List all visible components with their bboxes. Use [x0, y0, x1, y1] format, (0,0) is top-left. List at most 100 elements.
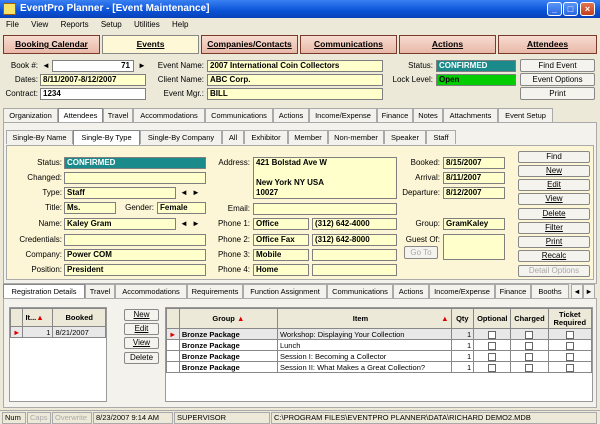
subtab-staff[interactable]: Staff	[426, 130, 456, 144]
items-header-qty[interactable]: Qty	[450, 308, 475, 329]
book-number-field[interactable]: 71	[52, 60, 134, 72]
event-name-field[interactable]: 2007 International Coin Collectors	[207, 60, 383, 72]
guest-of-field[interactable]	[443, 234, 505, 260]
table-row[interactable]: ► Bronze Package Workshop: Displaying Yo…	[166, 328, 593, 340]
menu-reports[interactable]: Reports	[61, 20, 89, 29]
menu-view[interactable]: View	[31, 20, 48, 29]
tab-income-expense[interactable]: Income/Expense	[309, 108, 377, 122]
subtab-member[interactable]: Member	[288, 130, 328, 144]
recalc-button[interactable]: Recalc	[518, 250, 590, 262]
tab-booths[interactable]: Booths	[531, 284, 569, 298]
charged-checkbox[interactable]	[510, 361, 549, 373]
tab-detail-finance[interactable]: Finance	[495, 284, 531, 298]
departure-field[interactable]: 8/12/2007	[443, 187, 505, 199]
reg-delete-button[interactable]: Delete	[124, 352, 159, 364]
subtab-speaker[interactable]: Speaker	[384, 130, 426, 144]
reg-view-button[interactable]: View	[124, 337, 159, 349]
phone2-type-field[interactable]: Office Fax	[253, 234, 309, 246]
tab-detail-communications[interactable]: Communications	[327, 284, 393, 298]
phone4-field[interactable]	[312, 264, 397, 276]
minimize-button[interactable]: _	[547, 2, 562, 16]
phone2-field[interactable]: (312) 642-8000	[312, 234, 397, 246]
tab-detail-travel[interactable]: Travel	[85, 284, 115, 298]
phone1-type-field[interactable]: Office	[253, 218, 309, 230]
maximize-button[interactable]: □	[563, 2, 578, 16]
position-field[interactable]: President	[64, 264, 206, 276]
nav-actions[interactable]: Actions	[399, 35, 496, 54]
detail-options-button[interactable]: Detail Options	[518, 265, 590, 277]
charged-checkbox[interactable]	[510, 339, 549, 351]
items-header-ticket-required[interactable]: Ticket Required	[547, 308, 593, 329]
group-field[interactable]: GramKaley	[443, 218, 505, 230]
menu-utilities[interactable]: Utilities	[134, 20, 160, 29]
event-mgr-field[interactable]: BILL	[207, 88, 383, 100]
charged-checkbox[interactable]	[510, 350, 549, 362]
ticket-required-checkbox[interactable]	[547, 339, 593, 351]
address-field[interactable]: 421 Bolstad Ave W New York NY USA 10027	[253, 157, 397, 199]
reg-edit-button[interactable]: Edit	[124, 323, 159, 335]
charged-checkbox[interactable]	[510, 328, 549, 340]
reg-header-booked[interactable]: Booked	[52, 308, 106, 327]
tab-detail-accommodations[interactable]: Accommodations	[115, 284, 187, 298]
tab-function-assignment[interactable]: Function Assignment	[243, 284, 327, 298]
phone4-type-field[interactable]: Home	[253, 264, 309, 276]
subtab-non-member[interactable]: Non-member	[328, 130, 384, 144]
tab-detail-actions[interactable]: Actions	[393, 284, 429, 298]
event-status-field[interactable]: CONFIRMED	[436, 60, 516, 72]
menu-file[interactable]: File	[6, 20, 19, 29]
tab-registration-details[interactable]: Registration Details	[3, 284, 85, 299]
table-row[interactable]: ► 1 8/21/2007	[9, 326, 106, 338]
subtab-by-company[interactable]: Single-By Company	[140, 130, 222, 144]
tab-requirements[interactable]: Requirements	[187, 284, 243, 298]
gender-field[interactable]: Female	[157, 202, 206, 214]
table-row[interactable]: Bronze Package Session I: Becoming a Col…	[166, 350, 593, 362]
type-next-icon[interactable]: ►	[192, 187, 200, 198]
tab-communications[interactable]: Communications	[205, 108, 273, 122]
phone3-field[interactable]	[312, 249, 397, 261]
optional-checkbox[interactable]	[473, 361, 512, 373]
view-button[interactable]: View	[518, 193, 590, 205]
tab-finance[interactable]: Finance	[377, 108, 413, 122]
event-options-button[interactable]: Event Options	[520, 73, 595, 86]
booked-field[interactable]: 8/15/2007	[443, 157, 505, 169]
ticket-required-checkbox[interactable]	[547, 350, 593, 362]
email-field[interactable]	[253, 203, 397, 215]
att-status-field[interactable]: CONFIRMED	[64, 157, 206, 169]
next-record-icon[interactable]: ►	[138, 60, 146, 71]
ticket-required-checkbox[interactable]	[547, 328, 593, 340]
type-prev-icon[interactable]: ◄	[180, 187, 188, 198]
print-button[interactable]: Print	[518, 236, 590, 248]
close-button[interactable]: ×	[580, 2, 595, 16]
changed-field[interactable]	[64, 172, 206, 184]
edit-button[interactable]: Edit	[518, 179, 590, 191]
subtab-all[interactable]: All	[222, 130, 244, 144]
table-row[interactable]: Bronze Package Session II: What Makes a …	[166, 361, 593, 373]
title-field[interactable]: Ms.	[64, 202, 116, 214]
delete-button[interactable]: Delete	[518, 208, 590, 220]
subtab-by-name[interactable]: Single-By Name	[6, 130, 73, 144]
items-header-group[interactable]: Group ▲	[178, 308, 278, 329]
optional-checkbox[interactable]	[473, 328, 512, 340]
name-next-icon[interactable]: ►	[192, 218, 200, 229]
nav-communications[interactable]: Communications	[300, 35, 397, 54]
print-event-button[interactable]: Print	[520, 87, 595, 100]
dates-field[interactable]: 8/11/2007-8/12/2007	[40, 74, 146, 86]
menu-help[interactable]: Help	[172, 20, 188, 29]
name-field[interactable]: Kaley Gram	[64, 218, 176, 230]
subtab-exhibitor[interactable]: Exhibitor	[244, 130, 288, 144]
client-name-field[interactable]: ABC Corp.	[207, 74, 383, 86]
name-prev-icon[interactable]: ◄	[180, 218, 188, 229]
ticket-required-checkbox[interactable]	[547, 361, 593, 373]
company-field[interactable]: Power COM	[64, 249, 206, 261]
credentials-field[interactable]	[64, 234, 206, 246]
tab-detail-income-expense[interactable]: Income/Expense	[429, 284, 495, 298]
prev-record-icon[interactable]: ◄	[42, 60, 50, 71]
reg-header-item[interactable]: It...▲	[22, 308, 54, 327]
phone1-field[interactable]: (312) 642-4000	[312, 218, 397, 230]
type-field[interactable]: Staff	[64, 187, 176, 199]
find-button[interactable]: Find	[518, 151, 590, 163]
nav-booking-calendar[interactable]: Booking Calendar	[3, 35, 100, 54]
tabs-scroll-left-icon[interactable]: ◄	[571, 284, 583, 298]
nav-attendees[interactable]: Attendees	[498, 35, 597, 54]
tab-attendees[interactable]: Attendees	[58, 108, 103, 123]
